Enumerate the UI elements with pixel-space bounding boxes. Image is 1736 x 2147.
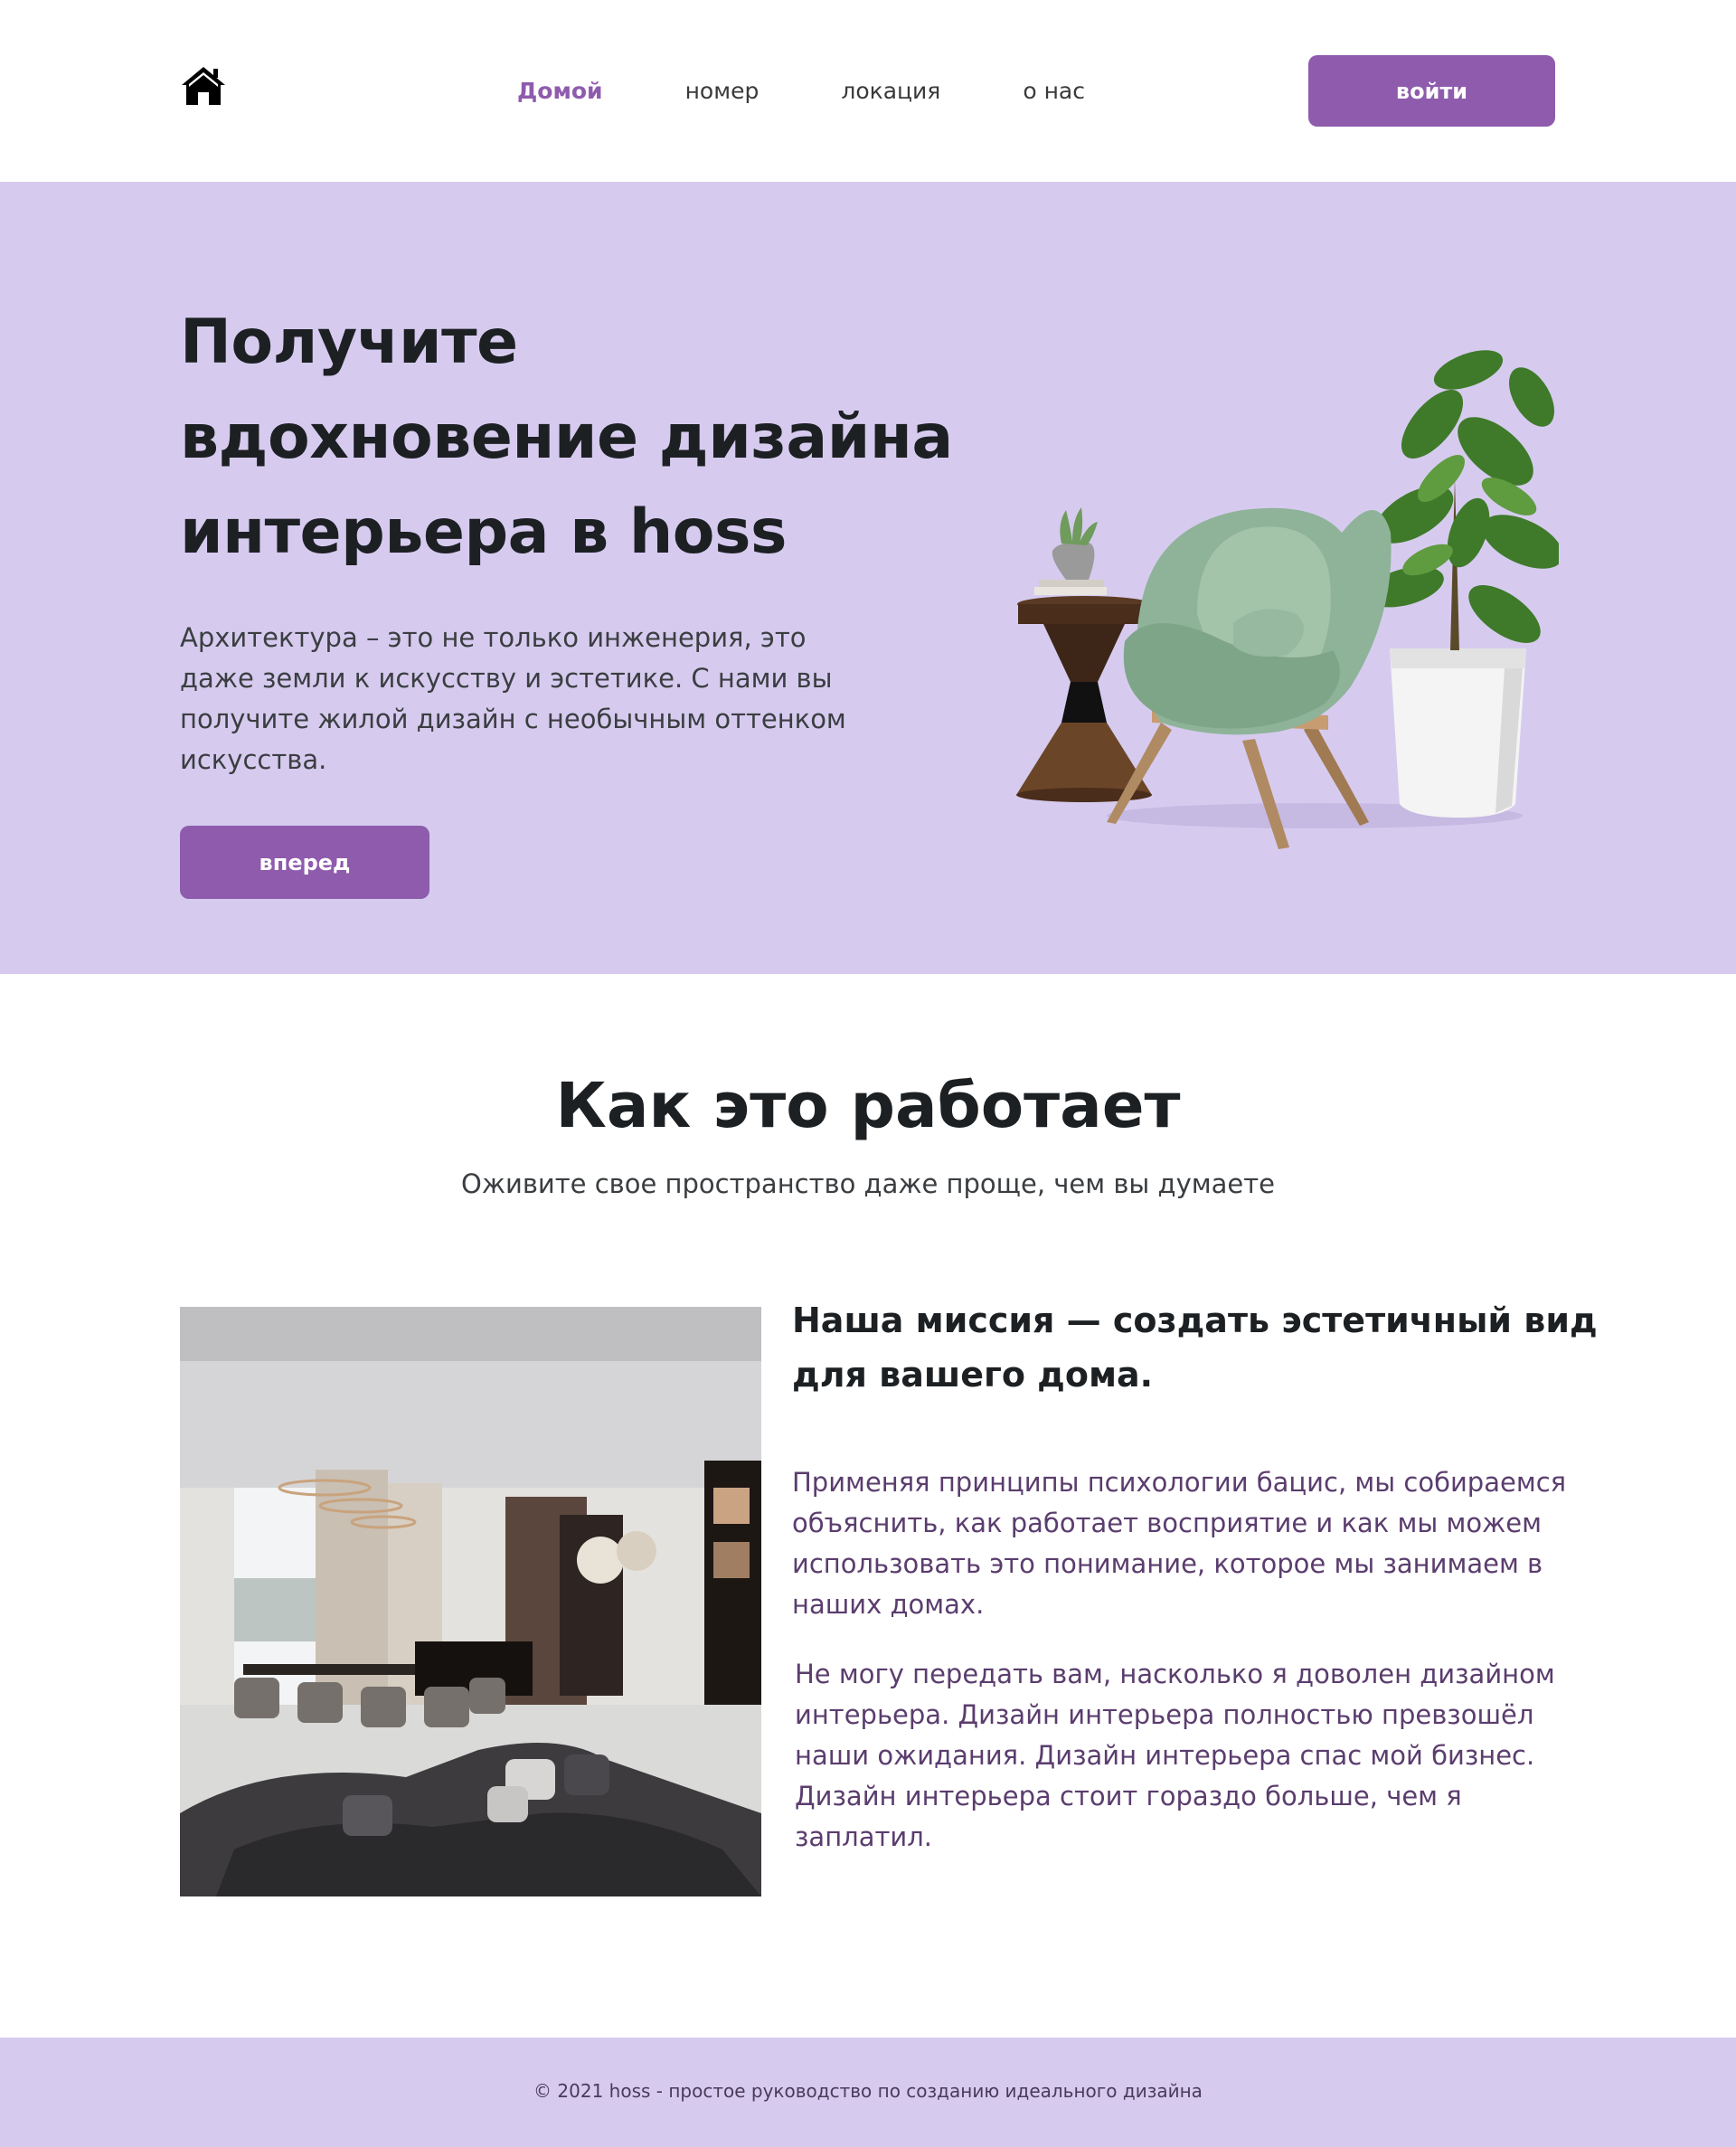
main-nav: Домой номер локация о нас	[517, 78, 1167, 105]
site-footer: © 2021 hoss - простое руководство по соз…	[0, 2038, 1736, 2147]
hero-section: Получите вдохновение дизайна интерьера в…	[0, 182, 1736, 974]
site-header: Домой номер локация о нас войти	[0, 0, 1736, 182]
login-button[interactable]: войти	[1308, 55, 1555, 127]
mission-paragraph-2: Не могу передать вам, насколько я доволе…	[795, 1659, 1555, 1852]
house-icon[interactable]	[180, 65, 227, 107]
how-it-works-title: Как это работает	[555, 1070, 1181, 1142]
armchair-plant-side-table-image	[1016, 350, 1559, 849]
hero-title: Получите вдохновение дизайна интерьера в…	[180, 307, 953, 568]
nav-room[interactable]: номер	[685, 78, 760, 105]
nav-about[interactable]: о нас	[1023, 78, 1085, 105]
nav-location[interactable]: локация	[841, 78, 940, 105]
footer-copyright: © 2021 hoss - простое руководство по соз…	[533, 2080, 1203, 2102]
forward-button[interactable]: вперед	[180, 826, 429, 899]
living-room-interior-photo	[180, 1307, 761, 1896]
how-it-works-subtitle: Оживите свое пространство даже проще, че…	[461, 1168, 1275, 1199]
nav-home[interactable]: Домой	[517, 78, 603, 105]
hero-description: Архитектура – это не только инженерия, э…	[180, 622, 846, 775]
mission-paragraph-1: Применяя принципы психологии бацис, мы с…	[792, 1467, 1567, 1620]
mission-title: Наша миссия — создать эстетичный вид для…	[792, 1300, 1598, 1395]
